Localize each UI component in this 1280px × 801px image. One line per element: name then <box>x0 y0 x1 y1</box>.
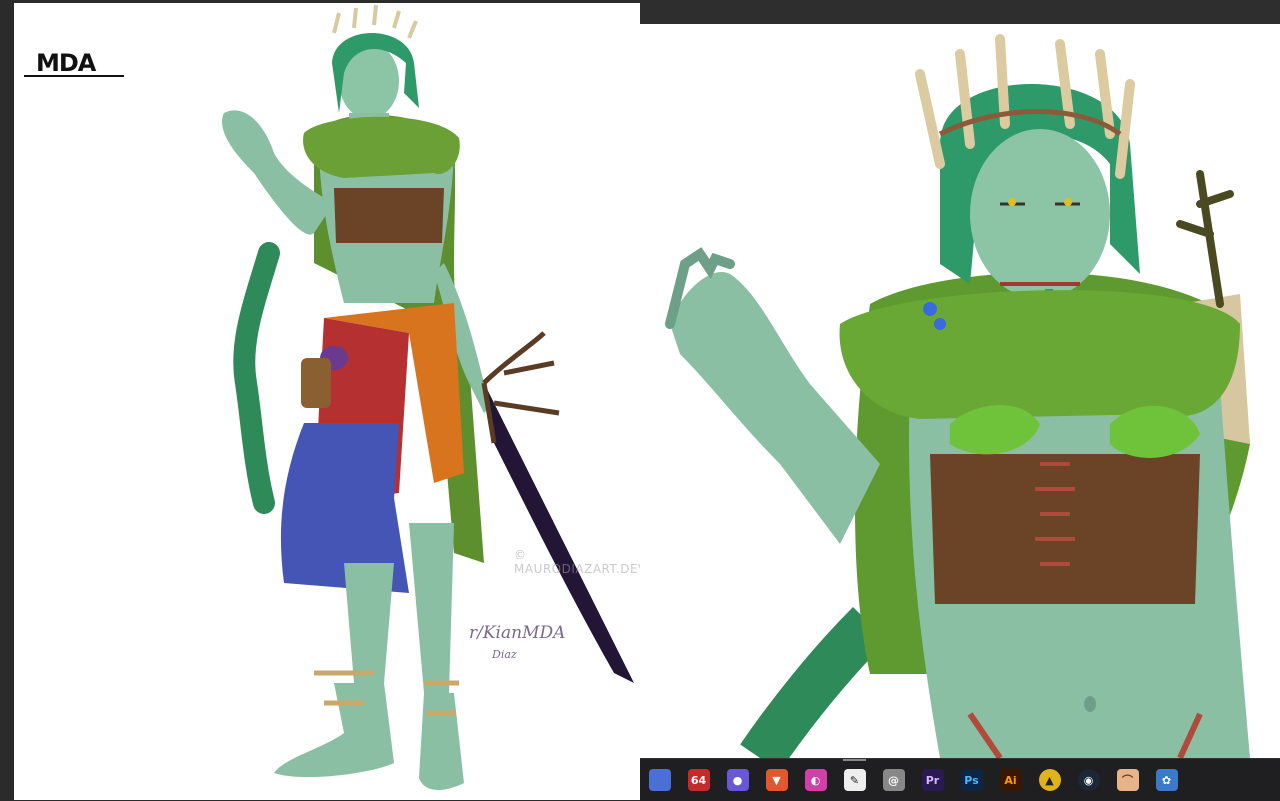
color-wheel-icon: ◐ <box>804 769 827 791</box>
taskbar-item-12[interactable]: ◉ <box>1069 759 1108 801</box>
taskbar-item-3[interactable]: ● <box>718 759 757 801</box>
taskbar-item-5[interactable]: ◐ <box>796 759 835 801</box>
taskbar-item-9[interactable]: Ps <box>952 759 991 801</box>
illustrator-icon: Ai <box>999 769 1022 791</box>
right-zoomed-artwork-canvas <box>640 24 1280 758</box>
deviantart-watermark: © MAURODIAZART.DEVIANTART.COM <box>514 548 640 576</box>
spiral-app-icon: @ <box>882 769 905 791</box>
app-64-icon: 64 <box>687 769 710 791</box>
taskbar-item-2[interactable]: 64 <box>679 759 718 801</box>
taskbar-item-14[interactable]: ✿ <box>1147 759 1186 801</box>
zoomed-character-illustration <box>665 34 1250 758</box>
steam-icon: ◉ <box>1077 769 1100 791</box>
taskbar-item-10[interactable]: Ai <box>991 759 1030 801</box>
taskbar-item-7[interactable]: @ <box>874 759 913 801</box>
app-icon <box>648 769 671 791</box>
taskbar-item-4[interactable]: ▼ <box>757 759 796 801</box>
triangle-app-icon: ▲ <box>1038 769 1061 791</box>
viewer-top-bar <box>640 0 1280 25</box>
left-artwork-canvas: MDA r/KianMDA Diaz © MAURODIAZART.DE <box>14 3 640 800</box>
taskbar-item-11[interactable]: ▲ <box>1030 759 1069 801</box>
taskbar-item-1[interactable] <box>640 759 679 801</box>
taskbar-item-8[interactable]: Pr <box>913 759 952 801</box>
artist-signature-sub: Diaz <box>492 648 517 661</box>
paint-app-icon: ✿ <box>1155 769 1178 791</box>
taskbar-item-6[interactable]: ✎ <box>835 759 874 801</box>
taskbar-item-13[interactable]: ⌒ <box>1108 759 1147 801</box>
full-body-character-illustration <box>221 4 634 790</box>
taskbar: 64 ● ▼ ◐ ✎ @ Pr Ps Ai ▲ ◉ ⌒ ✿ <box>640 758 1280 801</box>
premiere-icon: Pr <box>921 769 944 791</box>
brave-browser-icon: ▼ <box>765 769 788 791</box>
clip-studio-icon: ✎ <box>843 769 866 791</box>
artist-signature: r/KianMDA <box>469 623 566 643</box>
photoshop-icon: Ps <box>960 769 983 791</box>
hat-app-icon: ⌒ <box>1116 769 1139 791</box>
discord-icon: ● <box>726 769 749 791</box>
